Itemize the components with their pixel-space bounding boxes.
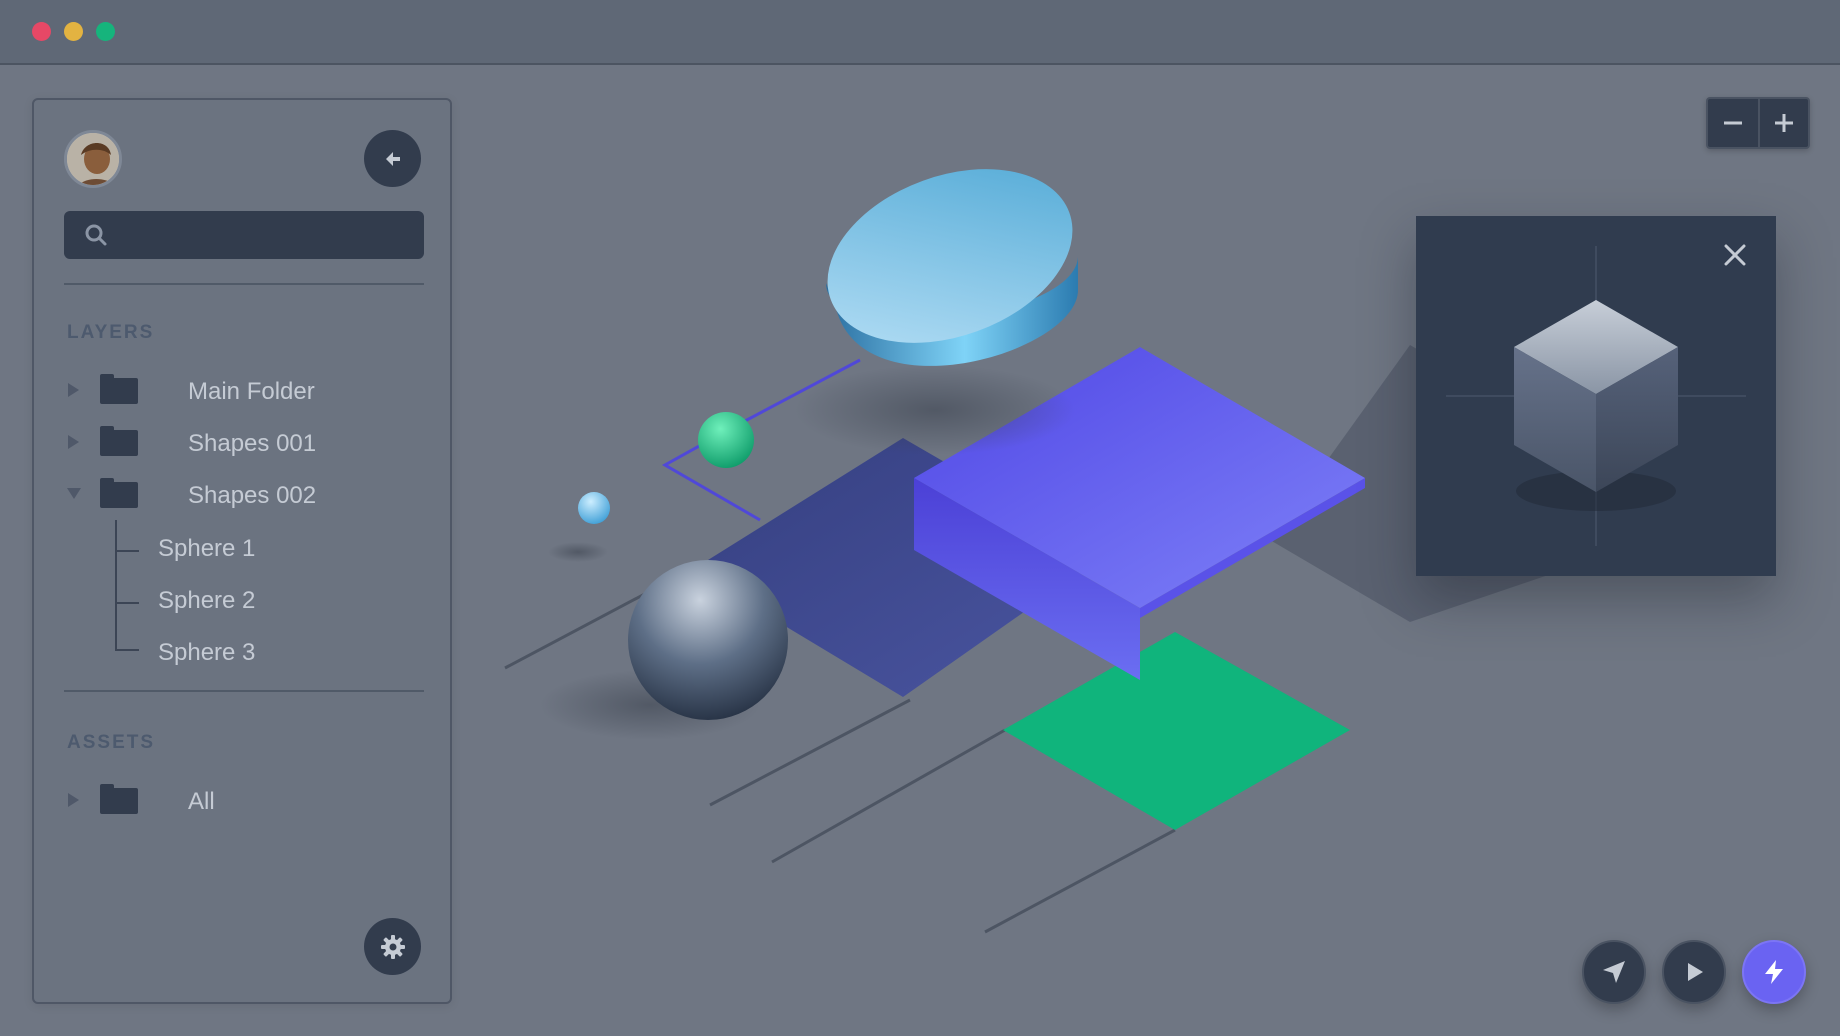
tree-item-shapes-002[interactable]: Shapes 002 [64, 474, 424, 514]
maximize-window-button[interactable] [96, 22, 115, 41]
minus-icon [1724, 121, 1742, 125]
zoom-controls [1706, 97, 1810, 149]
tree-connector [115, 649, 139, 651]
tree-item-shapes-001[interactable]: Shapes 001 [64, 422, 424, 462]
expand-arrow-icon[interactable] [68, 383, 79, 397]
assets-section-title: ASSETS [67, 732, 156, 753]
close-window-button[interactable] [32, 22, 51, 41]
window-titlebar [0, 0, 1840, 65]
gear-icon [380, 934, 405, 959]
expand-arrow-icon[interactable] [68, 793, 79, 807]
section-divider [64, 690, 424, 692]
search-icon [85, 224, 107, 246]
avatar-image [67, 133, 119, 185]
expand-arrow-icon[interactable] [68, 435, 79, 449]
tree-connector [115, 602, 139, 604]
back-button[interactable] [364, 130, 421, 187]
tree-item-label: Shapes 001 [188, 430, 317, 457]
tree-item-sphere-3[interactable]: Sphere 3 [158, 639, 255, 667]
inspector-panel [1416, 216, 1776, 576]
tree-item-main-folder[interactable]: Main Folder [64, 370, 424, 410]
settings-button[interactable] [364, 918, 421, 975]
tree-item-all[interactable]: All [64, 780, 424, 820]
zoom-out-button[interactable] [1708, 99, 1758, 147]
play-button[interactable] [1662, 940, 1726, 1004]
layers-section-title: LAYERS [67, 322, 155, 343]
run-button[interactable] [1742, 940, 1806, 1004]
user-avatar[interactable] [64, 130, 122, 188]
tree-item-sphere-2[interactable]: Sphere 2 [158, 587, 255, 615]
collapse-arrow-icon[interactable] [67, 488, 81, 499]
plus-icon [1775, 114, 1793, 132]
folder-icon [100, 784, 138, 814]
folder-icon [100, 426, 138, 456]
cube-preview [1446, 246, 1746, 546]
folder-icon [100, 374, 138, 404]
zoom-in-button[interactable] [1758, 99, 1808, 147]
send-icon [1603, 961, 1625, 983]
tree-item-sphere-1[interactable]: Sphere 1 [158, 535, 255, 563]
tree-item-label: All [188, 788, 215, 815]
send-button[interactable] [1582, 940, 1646, 1004]
lightning-icon [1765, 960, 1783, 984]
tree-connector [115, 520, 117, 650]
tree-connector [115, 550, 139, 552]
folder-icon [100, 478, 138, 508]
minimize-window-button[interactable] [64, 22, 83, 41]
play-icon [1688, 963, 1703, 981]
section-divider [64, 283, 424, 285]
tree-item-label: Shapes 002 [188, 482, 317, 509]
tree-item-label: Main Folder [188, 378, 315, 405]
search-input[interactable] [64, 211, 424, 259]
layers-sidebar: LAYERS Main Folder Shapes 001 Shapes 002… [32, 98, 452, 1004]
arrow-left-icon [385, 151, 400, 166]
